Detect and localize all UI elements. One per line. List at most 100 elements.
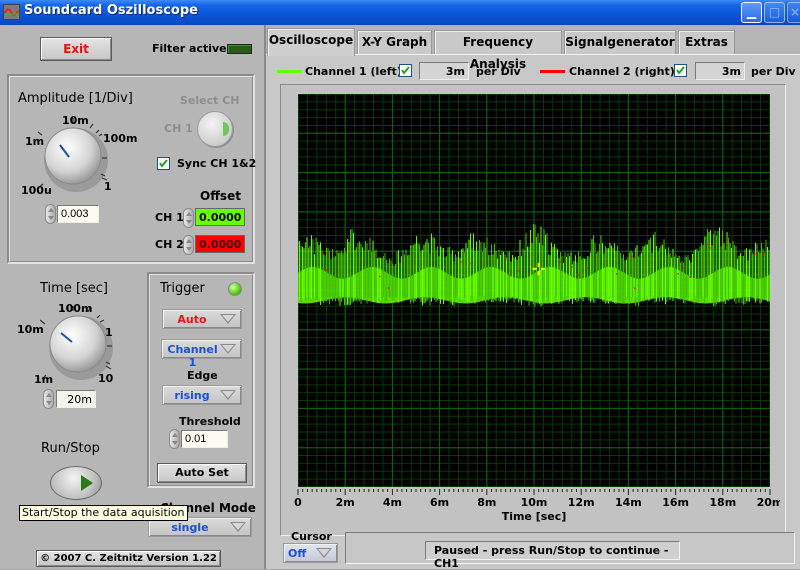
channel2-sample bbox=[763, 253, 765, 255]
offset-title: Offset bbox=[200, 189, 241, 203]
offset-ch2-value: 0.0000 bbox=[199, 238, 242, 251]
amplitude-scale-1m: 1m bbox=[25, 135, 45, 148]
x-axis: 0 2m 4m 6m 8m 10m 12m 14m 16m 18m 20m Time [sec] bbox=[294, 489, 780, 523]
select-ch-value: CH 1 bbox=[164, 122, 193, 135]
app-icon bbox=[3, 4, 20, 20]
window-title: Soundcard Oszilloscope bbox=[24, 3, 198, 18]
sync-label: Sync CH 1&2 bbox=[177, 157, 257, 170]
offset-ch2-label: CH 2 bbox=[155, 238, 184, 251]
time-scale-1m: 1m bbox=[34, 373, 54, 386]
tab-xy-graph-label: X-Y Graph bbox=[361, 35, 428, 49]
cursor-dropdown[interactable]: Off bbox=[283, 543, 338, 563]
maximize-button[interactable]: □ bbox=[764, 2, 785, 23]
amplitude-input[interactable] bbox=[57, 205, 99, 223]
channel2-sample bbox=[707, 243, 709, 245]
x-tick-label: 0 bbox=[294, 496, 302, 509]
tab-xy-graph[interactable]: X-Y Graph bbox=[357, 30, 432, 54]
cursor-label: Cursor bbox=[291, 530, 332, 543]
offset-ch1-spinner[interactable] bbox=[183, 208, 194, 228]
channel1-checkbox[interactable] bbox=[399, 64, 412, 77]
minimize-icon: ▁ bbox=[746, 5, 757, 19]
chevron-down-icon bbox=[220, 314, 236, 324]
channel2-sample bbox=[325, 269, 327, 271]
chevron-down-icon bbox=[220, 344, 236, 354]
edge-dropdown[interactable]: rising bbox=[162, 385, 242, 405]
trigger-channel-dropdown[interactable]: Channel 1 bbox=[161, 339, 242, 369]
offset-ch2-field[interactable]: 0.0000 bbox=[195, 235, 245, 253]
cursor-value: Off bbox=[288, 547, 307, 560]
auto-set-button[interactable]: Auto Set bbox=[157, 463, 247, 483]
run-stop-button[interactable] bbox=[50, 466, 102, 500]
amplitude-spinner[interactable] bbox=[45, 204, 56, 224]
trigger-channel-value: Channel 1 bbox=[167, 343, 218, 369]
amplitude-scale-100m: 100m bbox=[103, 132, 138, 145]
channel2-sample bbox=[506, 258, 508, 261]
minimize-button[interactable]: ▁ bbox=[741, 2, 762, 23]
offset-ch1-value: 0.0000 bbox=[199, 211, 242, 224]
time-spinner[interactable] bbox=[43, 389, 54, 409]
channel2-scale-value: 3m bbox=[721, 65, 741, 78]
exit-button[interactable]: Exit bbox=[40, 37, 112, 61]
tab-frequency-analysis[interactable]: Frequency Analysis bbox=[434, 30, 562, 71]
time-scale-10: 10 bbox=[98, 372, 114, 385]
tab-signalgenerator[interactable]: Signalgenerator bbox=[564, 30, 676, 54]
copyright-text: © 2007 C. Zeitnitz Version 1.22 bbox=[40, 553, 217, 564]
channel1-legend-line bbox=[277, 70, 302, 73]
chevron-down-icon bbox=[316, 548, 332, 558]
channel2-sample bbox=[509, 274, 511, 276]
amplitude-scale-10m: 10m bbox=[62, 114, 89, 127]
channel1-scale-field[interactable]: 3m bbox=[419, 62, 469, 80]
filter-led bbox=[227, 44, 252, 54]
close-button[interactable]: × bbox=[787, 2, 800, 23]
channel2-sample bbox=[754, 253, 756, 255]
threshold-input[interactable] bbox=[181, 430, 228, 448]
amplitude-title: Amplitude [1/Div] bbox=[18, 91, 133, 106]
exit-label: Exit bbox=[63, 42, 89, 56]
channel2-sample bbox=[616, 273, 618, 275]
channel2-sample bbox=[709, 247, 711, 249]
offset-ch1-field[interactable]: 0.0000 bbox=[195, 208, 245, 226]
edge-label: Edge bbox=[187, 369, 218, 382]
maximize-icon: □ bbox=[768, 5, 781, 19]
channel2-sample bbox=[379, 275, 381, 278]
time-scale-10m: 10m bbox=[17, 323, 44, 336]
time-input[interactable]: 20m bbox=[56, 390, 96, 408]
channel2-sample bbox=[559, 260, 561, 263]
oscilloscope-window: Soundcard Oszilloscope ▁ □ × Exit Filter… bbox=[0, 0, 800, 570]
channel2-scale-field[interactable]: 3m bbox=[695, 62, 745, 80]
offset-ch2-spinner[interactable] bbox=[183, 235, 194, 255]
channel2-sample bbox=[518, 270, 520, 272]
tab-extras[interactable]: Extras bbox=[678, 30, 735, 54]
amplitude-scale-1: 1 bbox=[104, 180, 112, 193]
threshold-spinner[interactable] bbox=[169, 429, 180, 449]
channel2-checkbox[interactable] bbox=[674, 64, 687, 77]
channel2-sample bbox=[470, 262, 472, 265]
select-ch-button[interactable] bbox=[197, 111, 233, 147]
select-ch-title: Select CH bbox=[180, 94, 240, 107]
x-tick-label: 16m bbox=[662, 496, 689, 509]
offset-ch1-label: CH 1 bbox=[155, 211, 184, 224]
x-tick-label: 20m bbox=[757, 496, 780, 509]
channel2-sample bbox=[683, 267, 685, 269]
x-tick-label: 8m bbox=[477, 496, 496, 509]
x-tick-label: 2m bbox=[336, 496, 355, 509]
x-tick-label: 12m bbox=[568, 496, 595, 509]
run-stop-tooltip: Start/Stop the data aquisition bbox=[19, 505, 188, 521]
sync-checkbox[interactable] bbox=[157, 157, 170, 170]
time-scale-100m: 100m bbox=[58, 302, 93, 315]
edge-value: rising bbox=[174, 389, 210, 402]
x-tick-label: 6m bbox=[430, 496, 449, 509]
channel2-label: Channel 2 (right) bbox=[569, 65, 675, 78]
channel2-sample bbox=[677, 273, 679, 275]
oscilloscope-graph[interactable] bbox=[298, 94, 770, 487]
channel2-unit: per Div bbox=[751, 65, 796, 78]
copyright-label: © 2007 C. Zeitnitz Version 1.22 bbox=[36, 550, 221, 567]
x-tick-label: 10m bbox=[521, 496, 548, 509]
auto-set-label: Auto Set bbox=[175, 466, 229, 479]
x-tick-label: 14m bbox=[615, 496, 642, 509]
filter-active-label: Filter active bbox=[152, 42, 227, 55]
channel1-scale-value: 3m bbox=[445, 65, 465, 78]
tab-oscilloscope[interactable]: Oscilloscope bbox=[267, 28, 355, 56]
channel2-sample bbox=[586, 267, 588, 269]
trigger-mode-dropdown[interactable]: Auto bbox=[162, 309, 242, 329]
